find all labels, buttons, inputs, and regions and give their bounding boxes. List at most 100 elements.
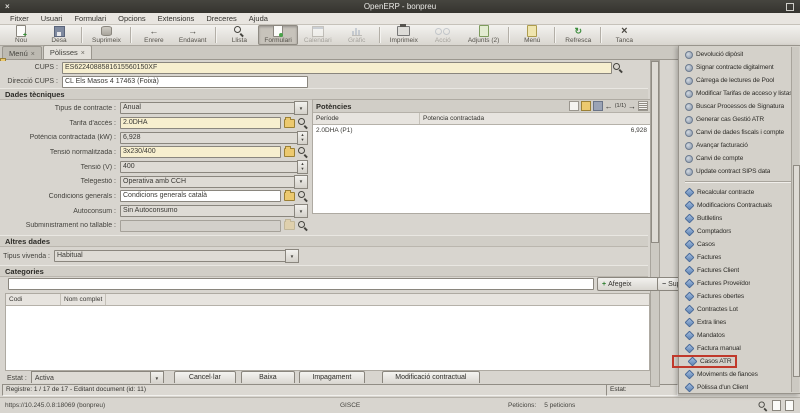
window-close-icon[interactable] [5,0,10,13]
save-icon [54,26,65,37]
sidebar-link-item[interactable]: Contractes Lot [679,303,800,316]
toolbar-back-button[interactable]: Enrere [135,25,173,45]
cups-input[interactable]: ES6224088581615560150XF [62,62,612,74]
folder-icon[interactable] [284,119,295,128]
close-icon[interactable] [31,49,35,58]
search-icon[interactable] [759,401,768,410]
menu-item[interactable]: Fitxer [4,13,35,24]
scrollbar-thumb[interactable] [651,61,659,243]
menu-item[interactable]: Ajuda [243,13,274,24]
field-value[interactable]: Operativa amb CCH [120,176,295,188]
scrollbar-thumb[interactable] [793,165,800,377]
sidebar-link-item[interactable]: Pòlissa d'un Client [679,381,800,394]
chevron-down-icon[interactable] [294,101,308,115]
field-value[interactable]: 400 [120,161,298,173]
toolbar-close-button[interactable]: Tanca [605,25,643,45]
main-scrollbar[interactable] [650,60,660,387]
tipus-vivenda-select[interactable]: Habitual [54,250,286,262]
folder-icon[interactable] [284,192,295,201]
menu-item[interactable]: Usuari [35,13,69,24]
sidebar-action-item[interactable]: Canvi de dades fiscals i compte [679,126,800,139]
sidebar-link-item[interactable]: Factura manual [679,342,800,355]
sidebar-link-item[interactable]: Extra lines [679,316,800,329]
toolbar-list-view-button[interactable]: Llista [220,25,258,45]
potencia-row[interactable]: 2.0DHA (P1) 6,928 [313,125,651,136]
toolbar-refresh-button[interactable]: Refresca [559,25,597,45]
chevron-down-icon[interactable] [294,175,308,189]
sidebar-link-item[interactable]: Mandatos [679,329,800,342]
sidebar-action-item[interactable]: Buscar Processos de Signatura [679,100,800,113]
toolbar-form-view-button[interactable]: Formulari [258,25,297,45]
search-icon[interactable] [298,191,308,201]
tab-menu[interactable]: Menú [2,46,42,59]
sidebar-link-item[interactable]: Factures Proveïdor [679,277,800,290]
toolbar-attachments-button[interactable]: Adjunts (2) [462,25,505,45]
sidebar-link-item[interactable]: Factures [679,251,800,264]
toolbar-menu-button[interactable]: Menú [513,25,551,45]
sidebar-link-item[interactable]: Factures obertes [679,290,800,303]
sidebar-link-item[interactable]: Casos ATR [679,355,800,368]
search-icon[interactable] [298,118,308,128]
sidebar-action-item[interactable]: Update contract SIPS data [679,165,800,178]
menu-item[interactable]: Opcions [112,13,152,24]
toolbar-save-button[interactable]: Desa [40,25,78,45]
next-page-icon[interactable] [628,102,636,111]
menu-item[interactable]: Extensions [152,13,201,24]
spinner-stepper[interactable] [297,160,308,174]
toolbar-forward-button[interactable]: Endavant [173,25,212,45]
sidebar-action-item[interactable]: Signar contracte digitalment [679,61,800,74]
folder-icon[interactable] [284,148,295,157]
window-maximize-icon[interactable] [786,3,794,11]
sidebar-link-item[interactable]: Modificacions Contractuals [679,199,800,212]
open-row-icon[interactable] [581,101,591,111]
save-row-icon[interactable] [593,101,603,111]
tab-polisses[interactable]: Pòlisses [43,45,92,59]
chevron-down-icon[interactable] [285,249,299,263]
toolbar-print-button[interactable]: Imprimeix [384,25,424,45]
spinner-stepper[interactable] [297,131,308,145]
toolbar-delete-button[interactable]: Suprimeix [86,25,127,45]
chevron-down-icon[interactable] [294,204,308,218]
search-icon[interactable] [298,221,308,231]
col-potencia[interactable]: Potencia contractada [420,113,651,124]
sidebar-link-item[interactable]: Comptadors [679,225,800,238]
field-value[interactable]: 3x230/400 [120,146,281,158]
add-category-button[interactable]: Afegeix [597,277,659,291]
switch-view-icon[interactable] [638,101,648,111]
sidebar-action-item[interactable]: Càrrega de lectures de Pool [679,74,800,87]
sidebar-scrollbar[interactable] [791,47,799,392]
sidebar-action-item[interactable]: Modificar Tarifas de acceso y listas de … [679,87,800,100]
page-icon[interactable] [772,400,781,411]
toolbar-separator [130,27,132,43]
direccio-cups-input[interactable]: CL Els Masos 4 17463 (Foixà) [62,76,308,88]
field-value[interactable]: Sin Autoconsumo [120,205,295,217]
page-icon[interactable] [785,400,794,411]
sidebar-link-item[interactable]: Butlletins [679,212,800,225]
close-icon[interactable] [81,48,85,57]
search-icon[interactable] [298,147,308,157]
search-icon[interactable] [613,63,623,73]
field-value[interactable]: 2.0DHA [120,117,281,129]
toolbar-new-button[interactable]: Nou [2,25,40,45]
field-value[interactable]: Anual [120,102,295,114]
menu-item[interactable]: Dreceres [200,13,242,24]
sidebar-link-item[interactable]: Factures Client [679,264,800,277]
menu-item[interactable]: Formulari [68,13,112,24]
field-value[interactable]: Condicions generals català [120,190,281,202]
sidebar-link-item[interactable]: Moviments de fiances [679,368,800,381]
sidebar-action-item[interactable]: Generar cas Gestió ATR [679,113,800,126]
folder-icon[interactable] [284,221,295,230]
field-value[interactable]: 6,928 [120,132,298,144]
new-row-icon[interactable] [569,101,579,111]
sidebar-link-item[interactable]: Recalcular contracte [679,186,800,199]
sidebar-action-item[interactable]: Canvi de compte [679,152,800,165]
category-input[interactable] [8,278,594,290]
field-value[interactable] [120,220,281,232]
col-nom-complet[interactable]: Nom complet [61,294,106,305]
sidebar-link-item[interactable]: Casos [679,238,800,251]
col-periode[interactable]: Període [313,113,420,124]
sidebar-action-item[interactable]: Avançar facturació [679,139,800,152]
previous-page-icon[interactable] [605,102,613,111]
col-codi[interactable]: Codi [6,294,61,305]
sidebar-action-item[interactable]: Devolució dipòsit [679,48,800,61]
